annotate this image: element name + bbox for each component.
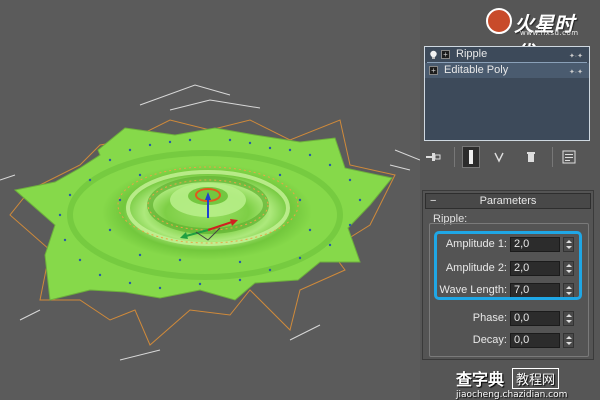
- toolbar-divider: [551, 147, 553, 167]
- brand-logo-icon: [486, 8, 512, 34]
- watermark-bottom-url: jiaocheng.chazidian.com: [456, 390, 568, 400]
- remove-modifier-icon[interactable]: [522, 146, 540, 168]
- decay-row: Decay: 0,0: [430, 330, 590, 350]
- pin-stack-icon[interactable]: [424, 146, 442, 168]
- show-end-result-icon[interactable]: [462, 146, 481, 168]
- make-unique-icon[interactable]: [492, 146, 510, 168]
- watermark-bottom-boxed: 教程网: [512, 367, 560, 389]
- watermark-logo: 火星时代 www.hxsd.com: [480, 4, 590, 65]
- phase-label: Phase:: [472, 312, 507, 324]
- sparkle-icon: ✦·✦: [568, 53, 583, 60]
- spinner-down-icon[interactable]: [566, 319, 572, 323]
- phase-spinner[interactable]: [563, 310, 574, 326]
- lightbulb-icon[interactable]: [429, 50, 438, 60]
- rollout-title: Parameters: [479, 195, 537, 207]
- configure-modifier-sets-icon[interactable]: [560, 146, 578, 168]
- sparkle-icon: ✦·✦: [568, 69, 583, 76]
- stack-item-editable-poly[interactable]: + Editable Poly ✦·✦: [425, 63, 589, 78]
- stack-item-label: Editable Poly: [444, 64, 509, 76]
- phase-field[interactable]: 0,0: [510, 310, 560, 326]
- watermark-bottom: 查字典 教程网 jiaocheng.chazidian.com: [456, 366, 596, 400]
- viewport-scene: [0, 84, 420, 361]
- watermark-bottom-title: 查字典 教程网: [456, 366, 596, 390]
- rollout-header[interactable]: − Parameters: [425, 193, 591, 209]
- viewport-perspective[interactable]: [0, 0, 420, 400]
- expand-icon[interactable]: +: [441, 50, 450, 59]
- spinner-down-icon[interactable]: [566, 341, 572, 345]
- command-panel: + Ripple ✦·✦ + Editable Poly ✦·✦ − Param…: [420, 40, 600, 400]
- spinner-up-icon[interactable]: [566, 313, 572, 317]
- decay-label: Decay:: [472, 334, 507, 346]
- stack-item-ripple[interactable]: + Ripple ✦·✦: [425, 47, 589, 62]
- stack-item-label: Ripple: [456, 48, 488, 60]
- modifier-stack[interactable]: + Ripple ✦·✦ + Editable Poly ✦·✦: [424, 46, 590, 141]
- watermark-url: www.hxsd.com: [520, 29, 579, 37]
- phase-row: Phase: 0,0: [430, 308, 590, 328]
- toolbar-divider: [453, 147, 455, 167]
- collapse-icon[interactable]: −: [430, 194, 436, 208]
- spinner-up-icon[interactable]: [566, 335, 572, 339]
- watermark-bottom-brand: 查字典: [456, 370, 505, 389]
- decay-spinner[interactable]: [563, 332, 574, 348]
- highlight-frame: [434, 231, 582, 300]
- decay-field[interactable]: 0,0: [510, 332, 560, 348]
- expand-icon[interactable]: +: [429, 66, 438, 75]
- stack-toolbar: [424, 144, 590, 170]
